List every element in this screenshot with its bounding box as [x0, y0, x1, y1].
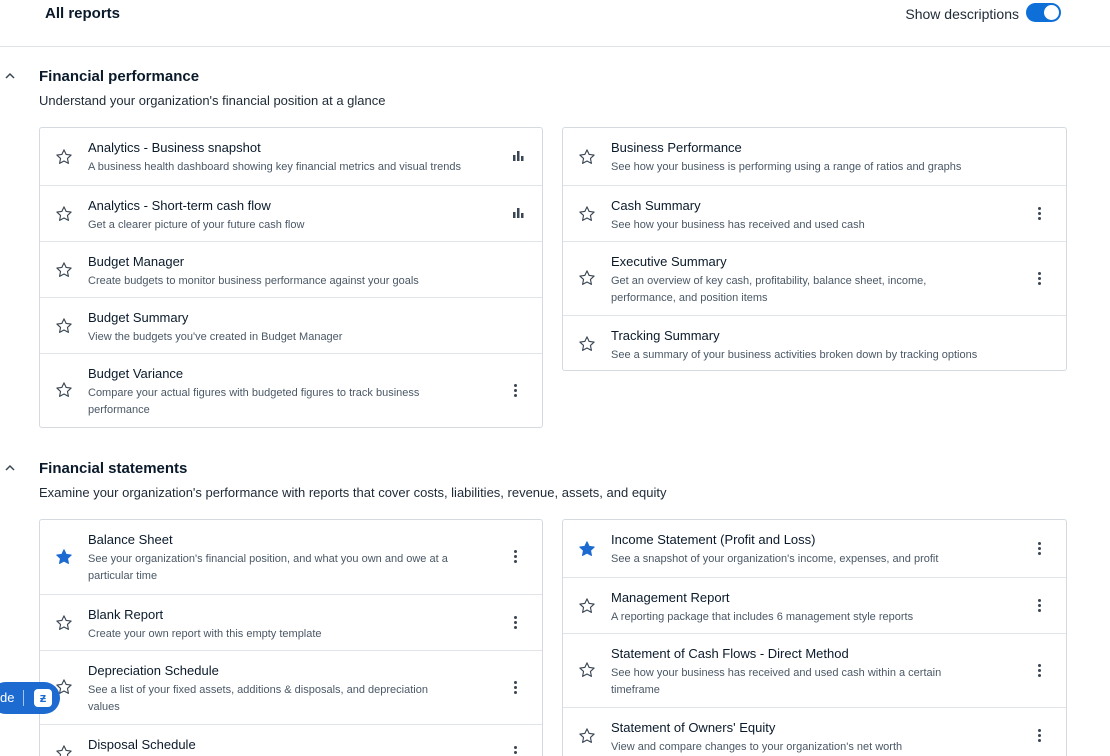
report-title[interactable]: Statement of Owners' Equity	[611, 720, 775, 735]
star-filled-icon[interactable]	[578, 540, 596, 558]
more-options-icon[interactable]	[1038, 542, 1042, 556]
report-row[interactable]: Statement of Cash Flows - Direct Method …	[563, 633, 1066, 707]
star-outline-icon[interactable]	[55, 261, 73, 279]
star-outline-icon[interactable]	[55, 205, 73, 223]
star-outline-icon[interactable]	[578, 269, 596, 287]
star-outline-icon[interactable]	[55, 148, 73, 166]
report-row[interactable]: Income Statement (Profit and Loss) See a…	[563, 520, 1066, 577]
star-outline-icon[interactable]	[55, 317, 73, 335]
report-description: Create your own report with this empty t…	[88, 628, 322, 640]
report-row[interactable]: Business Performance See how your busine…	[563, 128, 1066, 185]
report-row[interactable]: Management Report A reporting package th…	[563, 577, 1066, 633]
help-widget-button[interactable]: de ƶ	[0, 682, 60, 714]
star-outline-icon[interactable]	[578, 597, 596, 615]
more-options-icon[interactable]	[514, 681, 518, 695]
report-description: Compare your actual figures with budgete…	[88, 387, 420, 416]
report-title[interactable]: Budget Variance	[88, 366, 183, 381]
more-options-icon[interactable]	[514, 384, 518, 398]
report-description: See your organization's financial positi…	[88, 553, 448, 582]
section-title: Financial performance	[39, 68, 200, 85]
report-description: See how your business is performing usin…	[611, 161, 962, 173]
report-row[interactable]: Budget Variance Compare your actual figu…	[40, 353, 542, 427]
report-row[interactable]: Disposal Schedule	[40, 724, 542, 756]
help-logo-icon: ƶ	[34, 689, 52, 707]
more-options-icon[interactable]	[514, 616, 518, 630]
show-descriptions-label: Show descriptions	[905, 6, 1019, 22]
more-options-icon[interactable]	[514, 746, 518, 756]
report-row[interactable]: Analytics - Short-term cash flow Get a c…	[40, 185, 542, 241]
report-title[interactable]: Income Statement (Profit and Loss)	[611, 532, 815, 547]
report-title[interactable]: Cash Summary	[611, 198, 701, 213]
toggle-knob	[1044, 5, 1059, 20]
star-outline-icon[interactable]	[578, 205, 596, 223]
report-title[interactable]: Disposal Schedule	[88, 737, 196, 752]
help-widget-divider	[23, 690, 24, 706]
report-description: View the budgets you've created in Budge…	[88, 331, 343, 343]
report-card-right: Income Statement (Profit and Loss) See a…	[562, 519, 1067, 756]
report-row[interactable]: Blank Report Create your own report with…	[40, 594, 542, 650]
report-description: Get an overview of key cash, profitabili…	[611, 275, 927, 304]
report-card-right: Business Performance See how your busine…	[562, 127, 1067, 371]
report-description: View and compare changes to your organiz…	[611, 741, 903, 753]
star-outline-icon[interactable]	[55, 744, 73, 756]
report-row[interactable]: Budget Manager Create budgets to monitor…	[40, 241, 542, 297]
star-outline-icon[interactable]	[578, 661, 596, 679]
report-row[interactable]: Depreciation Schedule See a list of your…	[40, 650, 542, 724]
report-title[interactable]: Depreciation Schedule	[88, 663, 219, 678]
report-title[interactable]: Executive Summary	[611, 254, 727, 269]
chevron-up-icon[interactable]	[4, 70, 16, 82]
chart-icon	[513, 151, 524, 161]
report-row[interactable]: Executive Summary Get an overview of key…	[563, 241, 1066, 315]
report-title[interactable]: Balance Sheet	[88, 532, 173, 547]
report-title[interactable]: Analytics - Short-term cash flow	[88, 198, 271, 213]
report-row[interactable]: Budget Summary View the budgets you've c…	[40, 297, 542, 353]
chevron-up-icon[interactable]	[4, 462, 16, 474]
report-description: A business health dashboard showing key …	[88, 161, 461, 173]
star-outline-icon[interactable]	[578, 148, 596, 166]
report-title[interactable]: Analytics - Business snapshot	[88, 140, 261, 155]
report-row[interactable]: Cash Summary See how your business has r…	[563, 185, 1066, 241]
section-description: Examine your organization's performance …	[39, 485, 667, 500]
report-description: See a snapshot of your organization's in…	[611, 553, 939, 565]
report-description: See a summary of your business activitie…	[611, 349, 978, 361]
section-title: Financial statements	[39, 460, 188, 477]
star-filled-icon[interactable]	[55, 548, 73, 566]
star-outline-icon[interactable]	[578, 335, 596, 353]
star-outline-icon[interactable]	[55, 381, 73, 399]
report-description: See a list of your fixed assets, additio…	[88, 684, 428, 713]
top-bar: All reports Show descriptions	[0, 0, 1110, 47]
report-card-left: Balance Sheet See your organization's fi…	[39, 519, 543, 756]
show-descriptions-toggle[interactable]	[1026, 3, 1061, 22]
report-row[interactable]: Statement of Owners' Equity View and com…	[563, 707, 1066, 756]
report-row[interactable]: Tracking Summary See a summary of your b…	[563, 315, 1066, 370]
report-title[interactable]: Business Performance	[611, 140, 742, 155]
star-outline-icon[interactable]	[55, 614, 73, 632]
report-title[interactable]: Management Report	[611, 590, 730, 605]
more-options-icon[interactable]	[514, 550, 518, 564]
report-row[interactable]: Analytics - Business snapshot A business…	[40, 128, 542, 185]
report-title[interactable]: Budget Manager	[88, 254, 184, 269]
report-title[interactable]: Blank Report	[88, 607, 163, 622]
chart-icon	[513, 208, 524, 218]
report-description: Get a clearer picture of your future cas…	[88, 219, 305, 231]
help-widget-label: de	[0, 690, 15, 705]
star-outline-icon[interactable]	[578, 727, 596, 745]
report-title[interactable]: Statement of Cash Flows - Direct Method	[611, 646, 849, 661]
more-options-icon[interactable]	[1038, 272, 1042, 286]
report-description: See how your business has received and u…	[611, 667, 942, 696]
report-title[interactable]: Tracking Summary	[611, 328, 720, 343]
report-description: See how your business has received and u…	[611, 219, 865, 231]
report-row[interactable]: Balance Sheet See your organization's fi…	[40, 520, 542, 594]
page-title: All reports	[45, 5, 121, 22]
report-description: A reporting package that includes 6 mana…	[611, 611, 914, 623]
more-options-icon[interactable]	[1038, 729, 1042, 743]
section-description: Understand your organization's financial…	[39, 93, 386, 108]
more-options-icon[interactable]	[1038, 664, 1042, 678]
more-options-icon[interactable]	[1038, 599, 1042, 613]
report-title[interactable]: Budget Summary	[88, 310, 188, 325]
report-card-left: Analytics - Business snapshot A business…	[39, 127, 543, 428]
more-options-icon[interactable]	[1038, 207, 1042, 221]
report-description: Create budgets to monitor business perfo…	[88, 275, 419, 287]
